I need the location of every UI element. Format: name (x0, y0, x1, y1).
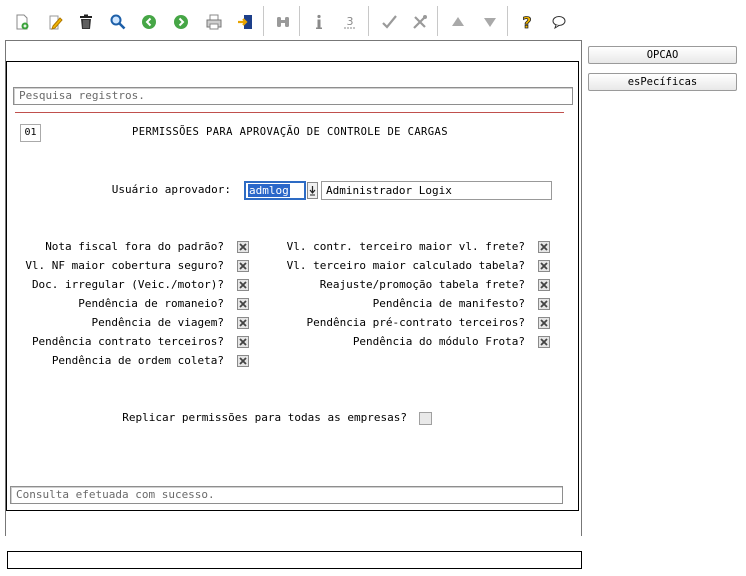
new-icon[interactable] (10, 10, 34, 34)
perm-label-contrato-terceiros: Pendência contrato terceiros? (31, 335, 224, 348)
perm-label-frota: Pendência do módulo Frota? (352, 335, 525, 348)
user-code-value: admlog (248, 184, 290, 197)
lookup-button[interactable] (307, 182, 318, 199)
perm-check-nota-fiscal[interactable] (237, 241, 249, 253)
perm-label-reajuste: Reajuste/promoção tabela frete? (319, 278, 525, 291)
perm-check-viagem[interactable] (237, 317, 249, 329)
perm-label-nf-seguro: Vl. NF maior cobertura seguro? (25, 259, 224, 272)
x-icon (239, 262, 247, 270)
toolbar-separator (368, 6, 369, 36)
status-bar: Consulta efetuada com sucesso. (10, 486, 563, 504)
edit-icon[interactable] (43, 10, 67, 34)
print-icon[interactable] (202, 10, 226, 34)
perm-check-calculado-tabela[interactable] (538, 260, 550, 272)
perm-label-contr-frete: Vl. contr. terceiro maior vl. frete? (286, 240, 525, 253)
user-label: Usuário aprovador: (111, 183, 231, 196)
perm-label-nota-fiscal: Nota fiscal fora do padrão? (45, 240, 224, 253)
next-icon[interactable] (169, 10, 193, 34)
user-code-input[interactable]: admlog (244, 181, 306, 200)
x-icon (239, 243, 247, 251)
toolbar-separator (437, 6, 438, 36)
up-icon[interactable] (446, 10, 470, 34)
tools-icon[interactable] (408, 10, 432, 34)
search-icon[interactable] (106, 10, 130, 34)
perm-check-ordem-coleta[interactable] (237, 355, 249, 367)
toolbar-separator (507, 6, 508, 36)
opcao-button[interactable]: OPCAO (588, 46, 737, 64)
down-icon[interactable] (478, 10, 502, 34)
x-icon (239, 357, 247, 365)
x-icon (239, 319, 247, 327)
info-icon[interactable] (307, 10, 331, 34)
divider (15, 112, 564, 113)
bottom-message-bar (7, 551, 582, 569)
help-icon[interactable]: ? (515, 10, 539, 34)
toolbar: 3 ? (0, 0, 582, 40)
perm-check-frota[interactable] (538, 336, 550, 348)
check-icon[interactable] (377, 10, 401, 34)
exit-icon[interactable] (233, 10, 257, 34)
perm-check-doc-irregular[interactable] (237, 279, 249, 291)
toolbar-separator (263, 6, 264, 36)
user-name-field: Administrador Logix (321, 181, 552, 200)
x-icon (239, 281, 247, 289)
page-title: PERMISSÕES PARA APROVAÇÃO DE CONTROLE DE… (132, 126, 448, 138)
binoculars-icon[interactable] (271, 10, 295, 34)
perm-check-reajuste[interactable] (538, 279, 550, 291)
perm-label-romaneio: Pendência de romaneio? (78, 297, 224, 310)
perm-check-romaneio[interactable] (237, 298, 249, 310)
x-icon (540, 262, 548, 270)
x-icon (540, 338, 548, 346)
form-number: 01 (20, 124, 41, 142)
replicate-checkbox[interactable] (419, 412, 432, 425)
perm-label-manifesto: Pendência de manifesto? (372, 297, 525, 310)
search-input[interactable]: Pesquisa registros. (13, 87, 573, 105)
x-icon (239, 300, 247, 308)
perm-check-manifesto[interactable] (538, 298, 550, 310)
perm-check-contrato-terceiros[interactable] (237, 336, 249, 348)
perm-label-viagem: Pendência de viagem? (91, 316, 224, 329)
perm-check-pre-contrato[interactable] (538, 317, 550, 329)
perm-label-pre-contrato: Pendência pré-contrato terceiros? (306, 316, 525, 329)
x-icon (239, 338, 247, 346)
x-icon (540, 300, 548, 308)
svg-text:?: ? (522, 13, 531, 31)
count-icon-glyph: 3 (347, 15, 354, 28)
perm-label-calculado-tabela: Vl. terceiro maior calculado tabela? (286, 259, 525, 272)
chevron-down-icon (309, 186, 316, 196)
toolbar-separator (299, 6, 300, 36)
especificas-button[interactable]: esPecíficas (588, 73, 737, 91)
previous-icon[interactable] (137, 10, 161, 34)
perm-label-doc-irregular: Doc. irregular (Veic./motor)? (31, 278, 224, 291)
chat-icon[interactable] (547, 10, 571, 34)
perm-check-contr-frete[interactable] (538, 241, 550, 253)
count-icon[interactable]: 3 (338, 10, 362, 34)
x-icon (540, 281, 548, 289)
x-icon (540, 243, 548, 251)
x-icon (540, 319, 548, 327)
perm-check-nf-seguro[interactable] (237, 260, 249, 272)
trash-icon[interactable] (74, 10, 98, 34)
perm-label-ordem-coleta: Pendência de ordem coleta? (51, 354, 224, 367)
replicate-label: Replicar permissões para todas as empres… (122, 411, 407, 424)
